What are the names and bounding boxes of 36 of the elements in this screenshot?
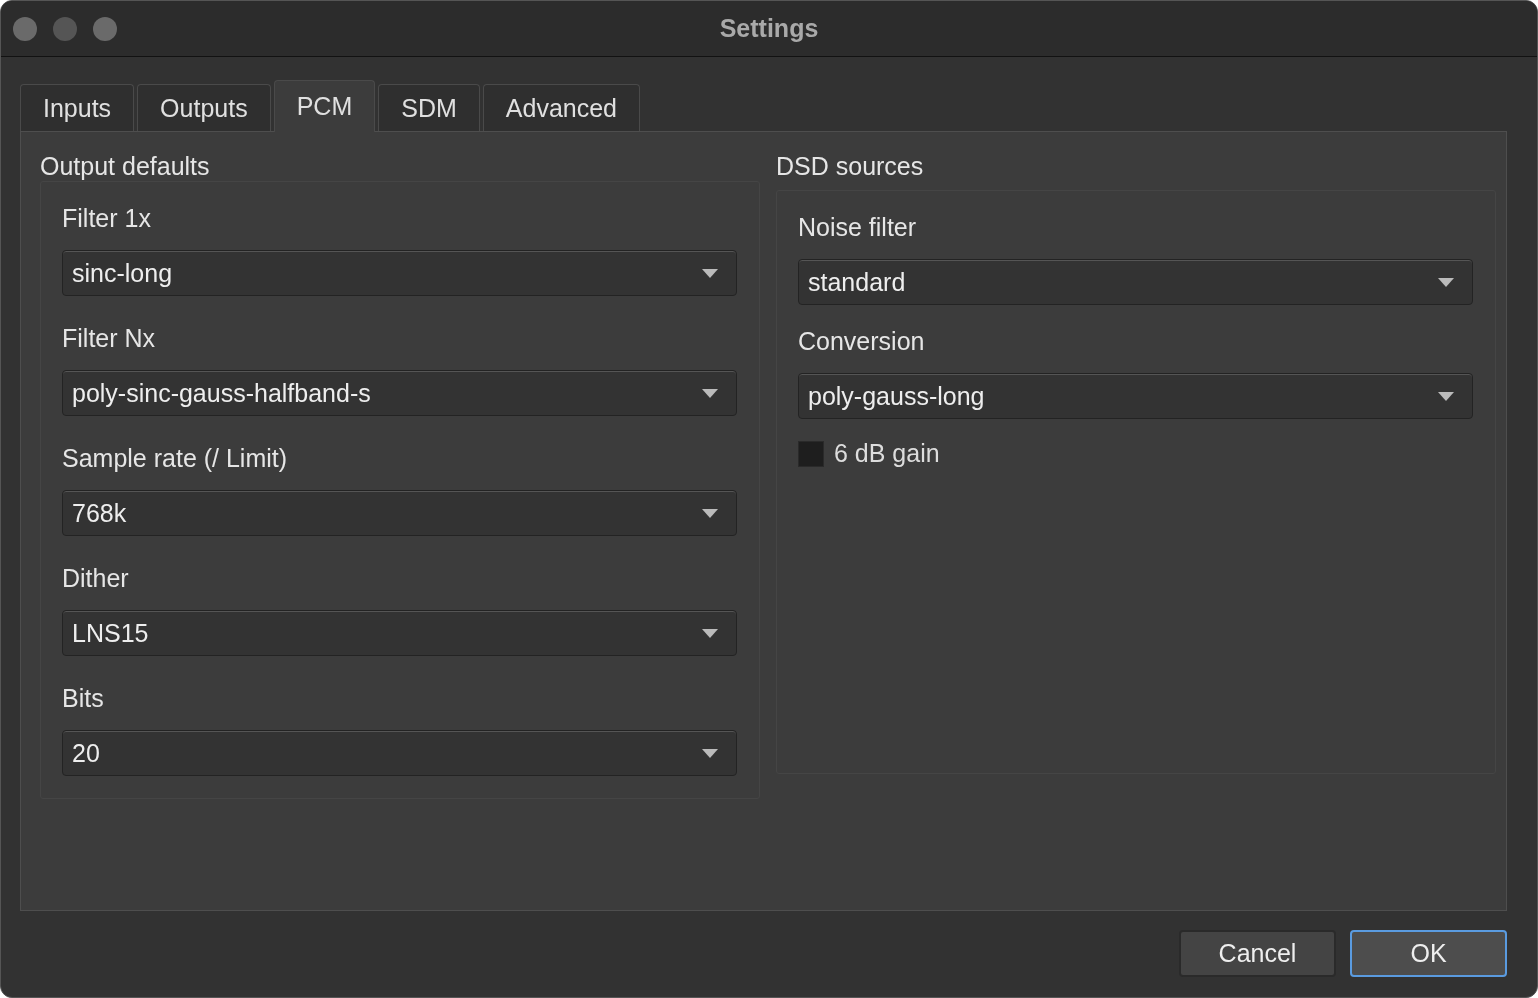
minimize-button[interactable]	[53, 16, 77, 41]
tab[interactable]: Advanced	[482, 84, 640, 131]
dropdown[interactable]: poly-gauss-long	[798, 373, 1473, 419]
field-label: Sample rate (/ Limit)	[62, 443, 289, 474]
checkbox[interactable]	[798, 440, 824, 467]
tab[interactable]: Inputs	[20, 84, 135, 131]
field-label: Filter Nx	[62, 323, 157, 354]
window-title: Settings	[719, 14, 819, 42]
cancel-button[interactable]: Cancel	[1179, 930, 1336, 977]
tab[interactable]: Outputs	[137, 84, 271, 131]
field-label: Conversion	[798, 326, 926, 357]
dropdown[interactable]: LNS15	[62, 610, 737, 656]
tab[interactable]: SDM	[378, 84, 480, 131]
dropdown[interactable]: 20	[62, 730, 737, 776]
dropdown[interactable]: standard	[798, 259, 1473, 305]
zoom-button[interactable]	[93, 16, 117, 41]
field-label: Filter 1x	[62, 203, 152, 234]
caret-icon	[1438, 277, 1454, 287]
checkbox-label: 6 dB gain	[834, 439, 940, 468]
field-label: Bits	[62, 683, 105, 714]
caret-icon	[702, 628, 718, 638]
ok-button[interactable]: OK	[1350, 930, 1507, 977]
field-label: Dither	[62, 563, 130, 594]
caret-icon	[702, 748, 718, 758]
tab[interactable]: PCM	[273, 80, 376, 132]
caret-icon	[1438, 391, 1454, 401]
caret-icon	[702, 388, 718, 398]
field-label: Noise filter	[798, 212, 918, 243]
dropdown[interactable]: 768k	[62, 490, 737, 536]
dropdown[interactable]: sinc-long	[62, 250, 737, 296]
caret-icon	[702, 268, 718, 278]
group-title: DSD sources	[776, 152, 925, 182]
group-title: Output defaults	[40, 152, 211, 181]
caret-icon	[702, 508, 718, 518]
dropdown[interactable]: poly-sinc-gauss-halfband-s	[62, 370, 737, 416]
close-button[interactable]	[13, 16, 37, 41]
